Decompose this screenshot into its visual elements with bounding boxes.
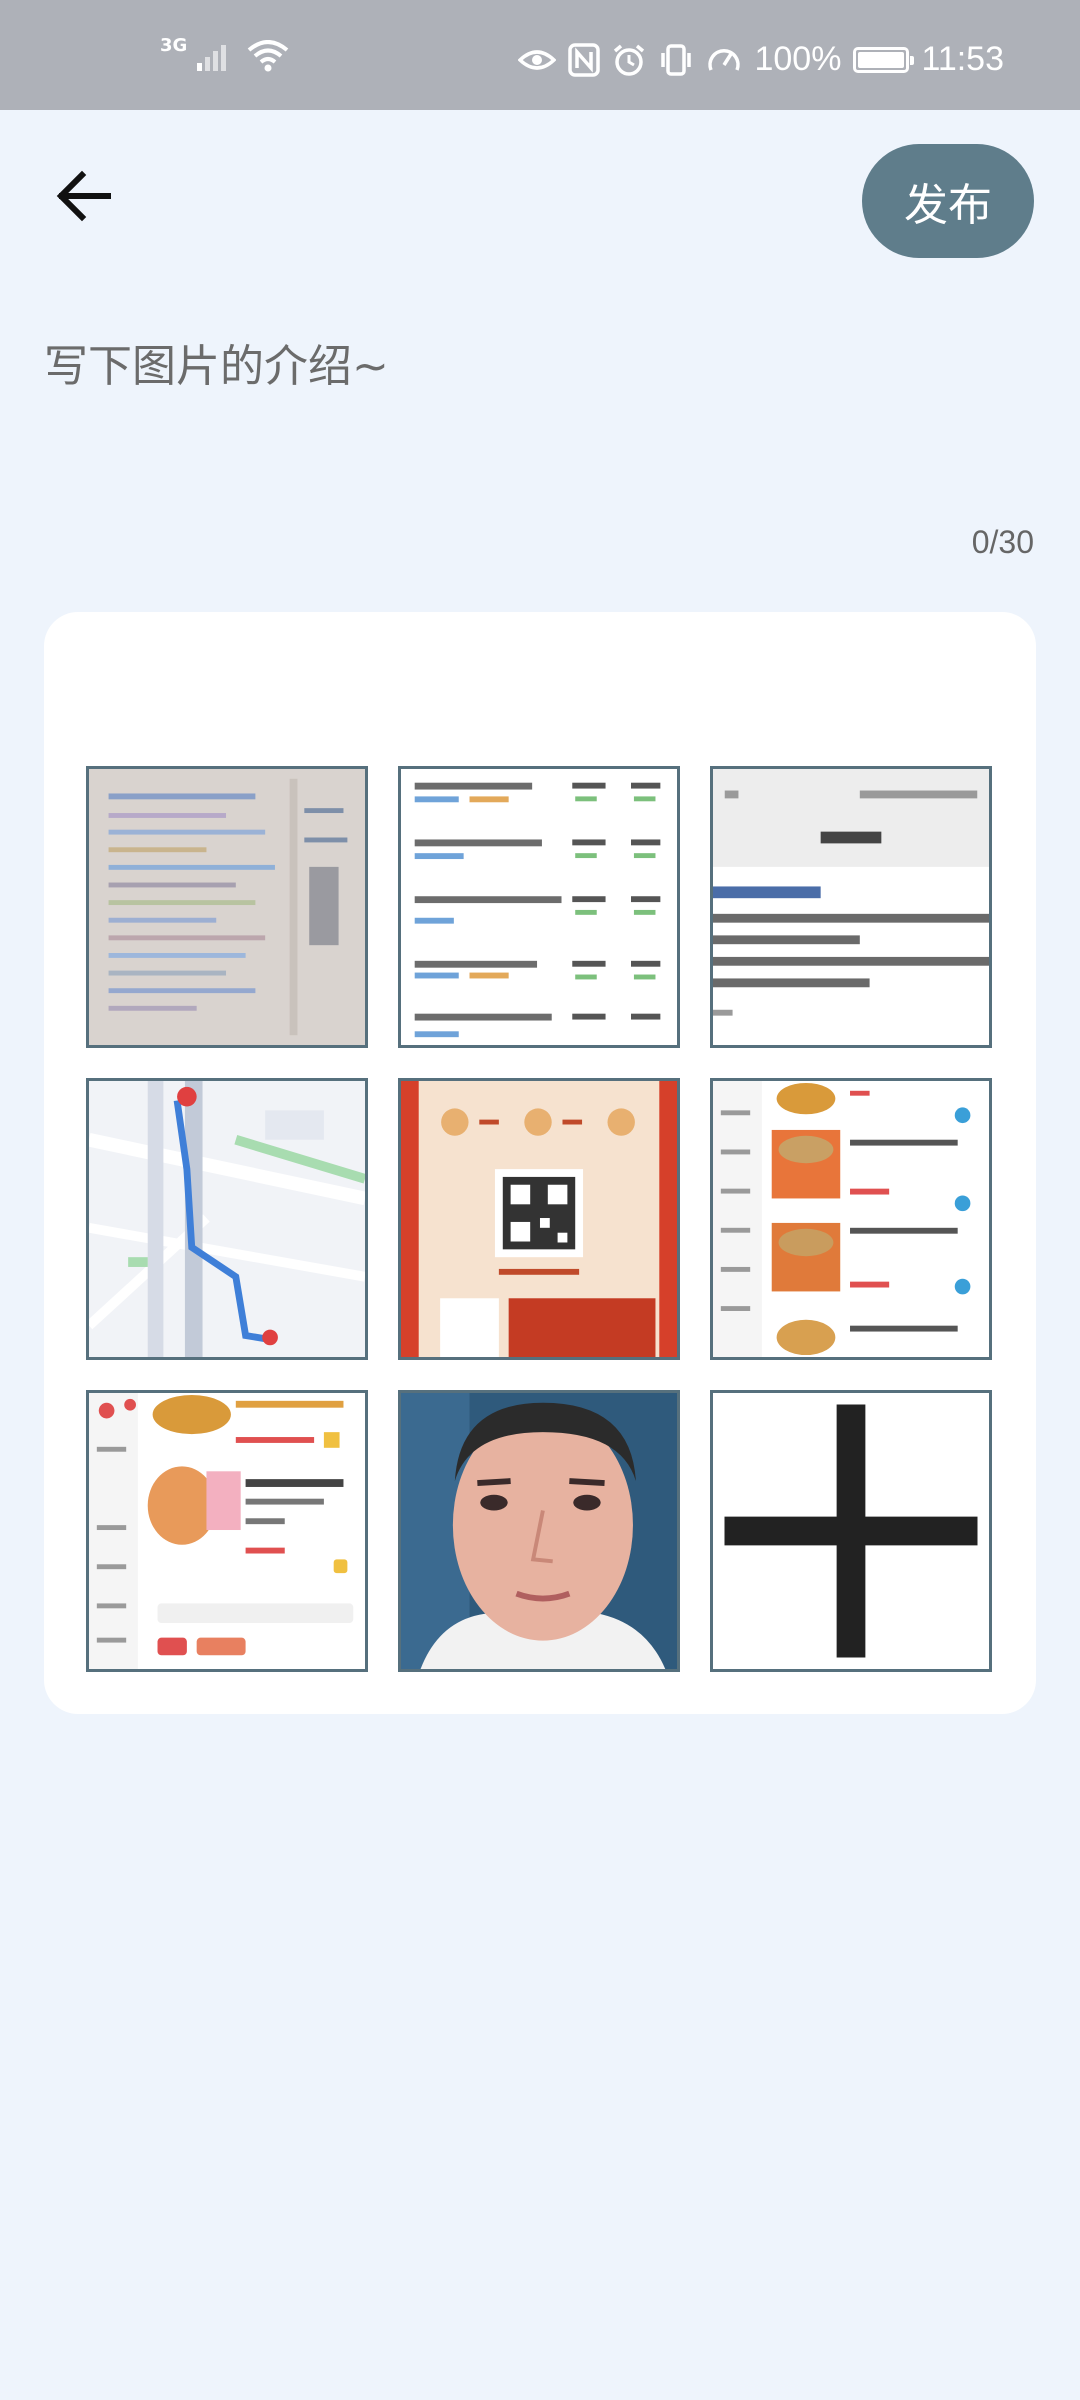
add-image-button[interactable] [710, 1390, 992, 1672]
image-thumbnail-map[interactable] [86, 1078, 368, 1360]
image-thumbnail-notebook[interactable] [86, 766, 368, 1048]
battery-percent: 100% [754, 40, 842, 78]
network-type: 3G [160, 35, 188, 56]
image-card [44, 612, 1036, 1714]
speedometer-icon [706, 43, 742, 77]
char-count: 0/30 [971, 524, 1034, 560]
arrow-left-icon [56, 170, 111, 222]
status-bar: 3G 100% 11:53 [0, 0, 1080, 110]
clock: 11:53 [921, 40, 1004, 78]
nfc-icon [568, 42, 601, 77]
image-thumbnail-food-order[interactable] [86, 1390, 368, 1672]
image-thumbnail-chat[interactable] [710, 766, 992, 1048]
eye-icon [518, 47, 557, 73]
image-thumbnail-selfie[interactable] [398, 1390, 680, 1672]
image-thumbnail-food-menu[interactable] [710, 1078, 992, 1360]
image-thumbnail-poster[interactable] [398, 1078, 680, 1360]
status-left: 3G [160, 35, 289, 72]
status-right: 100% 11:53 [518, 40, 1004, 79]
vibrate-icon [658, 43, 694, 77]
wifi-icon [247, 40, 289, 72]
back-button[interactable] [48, 160, 120, 232]
description-area [44, 330, 1036, 530]
publish-button[interactable]: 发布 [862, 144, 1034, 258]
alarm-icon [612, 43, 646, 77]
plus-icon [724, 1404, 978, 1658]
image-grid [86, 766, 992, 1672]
description-input[interactable] [44, 330, 1036, 530]
image-thumbnail-list[interactable] [398, 766, 680, 1048]
battery-icon [853, 46, 915, 73]
signal-icon [197, 41, 237, 71]
